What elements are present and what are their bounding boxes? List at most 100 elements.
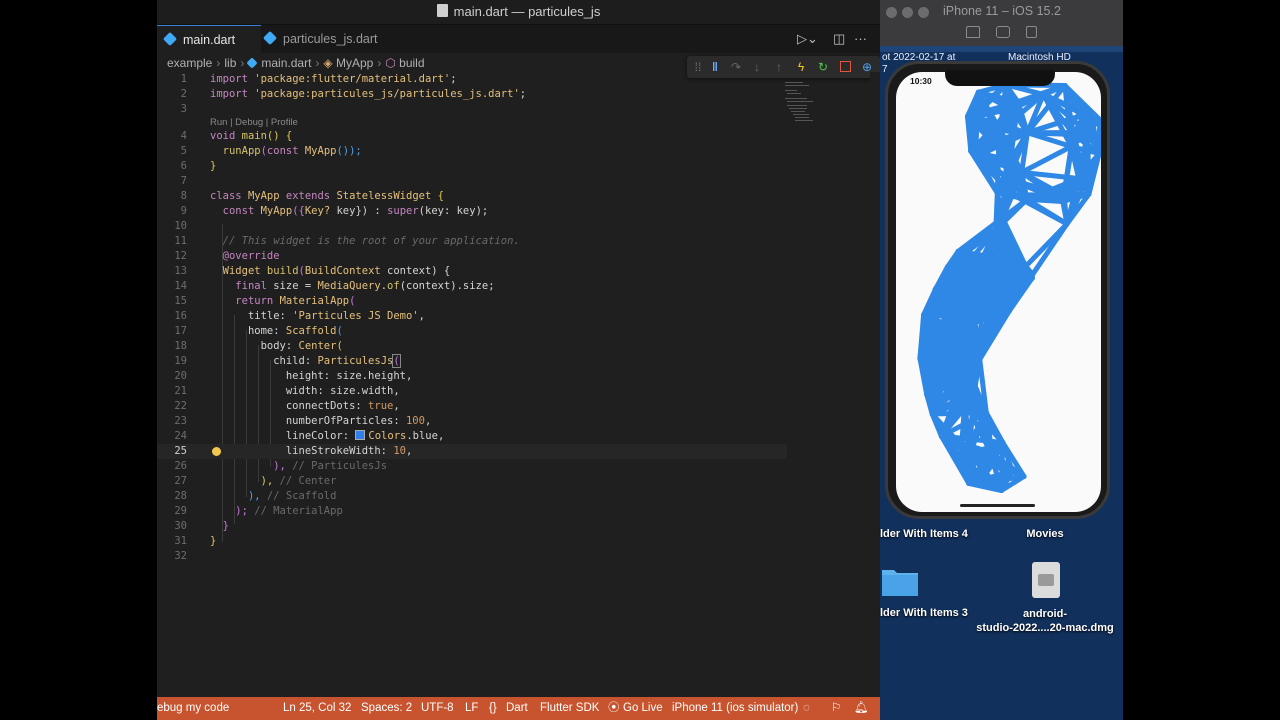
- lightbulb-icon[interactable]: [212, 447, 221, 456]
- feedback-icon[interactable]: ⚐: [831, 697, 841, 720]
- simulator-title: iPhone 11 – iOS 15.2: [943, 4, 1061, 18]
- run-debug-icon[interactable]: ▷⌄: [797, 25, 818, 53]
- breadcrumb-item[interactable]: main.dart: [261, 56, 311, 70]
- status-language[interactable]: Dart: [506, 697, 528, 720]
- code-line: 21 width: size.width,: [174, 385, 400, 397]
- breadcrumb-item[interactable]: MyApp: [336, 56, 373, 70]
- more-actions-icon[interactable]: ···: [854, 25, 867, 53]
- code-line: 22 connectDots: true,: [174, 400, 400, 412]
- code-area[interactable]: 1 import 'package:flutter/material.dart';…: [157, 72, 880, 572]
- tab-label: main.dart: [183, 33, 236, 47]
- code-line: 28 ), // Scaffold: [174, 490, 337, 502]
- code-line: 2 import 'package:particules_js/particule…: [180, 88, 527, 100]
- desktop-item-label[interactable]: lder With Items 4: [880, 528, 970, 540]
- desktop-item-label[interactable]: Movies: [1010, 528, 1080, 540]
- code-line: 15 return MaterialApp(: [174, 295, 356, 307]
- app-screen[interactable]: [896, 72, 1101, 512]
- code-line-current: 25 lineStrokeWidth: 10,: [157, 444, 787, 459]
- code-line: 5 runApp(const MyApp());: [180, 145, 362, 157]
- code-line: 26 ), // ParticulesJs: [174, 460, 388, 472]
- tab-particules-js-dart[interactable]: particules_js.dart: [257, 25, 388, 53]
- split-editor-icon[interactable]: ◫: [833, 25, 845, 53]
- editor-scrollbar[interactable]: [870, 72, 880, 692]
- particle-line: [1019, 144, 1074, 175]
- breadcrumb-item[interactable]: lib: [224, 56, 236, 70]
- zoom-button[interactable]: [918, 7, 929, 18]
- status-debug[interactable]: ebug my code: [157, 697, 229, 720]
- breadcrumb-item[interactable]: build: [399, 56, 424, 70]
- dart-icon: [246, 57, 259, 69]
- close-button[interactable]: [886, 7, 897, 18]
- home-icon[interactable]: [966, 26, 980, 38]
- code-line: 17 home: Scaffold(: [174, 325, 343, 337]
- dmg-icon[interactable]: [1032, 562, 1060, 598]
- code-line: 11 // This widget is the root of your ap…: [174, 235, 520, 247]
- code-line: 16 title: 'Particules JS Demo',: [174, 310, 425, 322]
- code-line: 23 numberOfParticles: 100,: [174, 415, 432, 427]
- camera-icon[interactable]: [996, 26, 1010, 38]
- phone-notch: [945, 70, 1055, 86]
- code-line: 10: [174, 220, 187, 232]
- status-time: 10:30: [910, 76, 932, 86]
- status-device[interactable]: iPhone 11 (ios simulator): [672, 697, 798, 720]
- code-editor-window: main.dart — particules_js main.dart part…: [157, 0, 880, 720]
- code-line: 18 body: Center(: [174, 340, 343, 352]
- tab-label: particules_js.dart: [283, 32, 378, 46]
- status-sdk[interactable]: Flutter SDK: [540, 697, 599, 720]
- empty-area: [1123, 0, 1280, 720]
- code-line: 32: [174, 550, 187, 562]
- folder-icon[interactable]: [882, 566, 918, 596]
- minimize-button[interactable]: [902, 7, 913, 18]
- method-icon: ⬡: [385, 56, 400, 70]
- status-braces[interactable]: {}: [489, 697, 497, 720]
- desktop-item-label[interactable]: android- studio-2022....20-mac.dmg: [970, 607, 1120, 635]
- code-line: 3: [180, 103, 187, 115]
- code-line: 9 const MyApp({Key? key}) : super(key: k…: [180, 205, 489, 217]
- code-lens-run-debug-profile[interactable]: Run | Debug | Profile: [210, 117, 298, 128]
- status-bar: ebug my code Ln 25, Col 32 Spaces: 2 UTF…: [157, 697, 880, 720]
- desktop-item-label[interactable]: lder With Items 3: [880, 607, 970, 619]
- color-swatch[interactable]: [355, 430, 366, 440]
- status-cursor-position[interactable]: Ln 25, Col 32: [283, 697, 351, 720]
- code-line: 30 }: [174, 520, 229, 532]
- code-line: 7: [180, 175, 187, 187]
- particle-line: [966, 450, 994, 457]
- dart-icon: [262, 30, 278, 46]
- editor-tab-bar: main.dart particules_js.dart ▷⌄ ◫ ···: [157, 25, 880, 54]
- code-line: 8 class MyApp extends StatelessWidget {: [180, 190, 444, 202]
- status-indentation[interactable]: Spaces: 2: [361, 697, 412, 720]
- class-icon: ◈: [323, 56, 336, 70]
- code-line: 4 void main() {: [180, 130, 293, 142]
- particles-canvas: [917, 82, 1101, 494]
- code-line: 6}: [180, 160, 217, 172]
- code-line: 31}: [174, 535, 217, 547]
- code-line: 24 lineColor: Colors.blue,: [174, 430, 445, 442]
- code-line: 1 import 'package:flutter/material.dart';: [180, 73, 457, 85]
- particle-line: [968, 114, 977, 154]
- status-go-live[interactable]: Go Live: [623, 697, 663, 720]
- particle-line: [923, 356, 930, 369]
- code-line: 29 ); // MaterialApp: [174, 505, 343, 517]
- window-title: main.dart — particules_js: [453, 4, 601, 19]
- status-encoding[interactable]: UTF-8: [421, 697, 454, 720]
- particle-lines: [917, 82, 1101, 494]
- particle-line: [1007, 101, 1015, 163]
- rotate-icon[interactable]: [1026, 26, 1037, 38]
- sync-icon[interactable]: ◌: [803, 697, 810, 720]
- code-line: 12 @override: [174, 250, 280, 262]
- code-line: 19 child: ParticulesJs(: [174, 354, 401, 368]
- home-indicator[interactable]: [960, 504, 1035, 507]
- bell-icon[interactable]: 🔔︎: [854, 697, 869, 720]
- breadcrumb-item[interactable]: example: [167, 56, 212, 70]
- code-line: 27 ), // Center: [174, 475, 337, 487]
- tab-main-dart[interactable]: main.dart: [157, 25, 261, 54]
- window-title-bar: main.dart — particules_js: [157, 0, 880, 25]
- simulator-title-bar: iPhone 11 – iOS 15.2: [880, 0, 1123, 46]
- dart-icon: [162, 31, 178, 47]
- broadcast-icon: ⦿: [608, 702, 620, 714]
- code-line: 13 Widget build(BuildContext context) {: [174, 265, 451, 277]
- status-eol[interactable]: LF: [465, 697, 478, 720]
- breadcrumb: example › lib › main.dart › ◈ MyApp › ⬡ build: [167, 56, 425, 70]
- code-line: 14 final size = MediaQuery.of(context).s…: [174, 280, 495, 292]
- file-icon: [436, 4, 448, 17]
